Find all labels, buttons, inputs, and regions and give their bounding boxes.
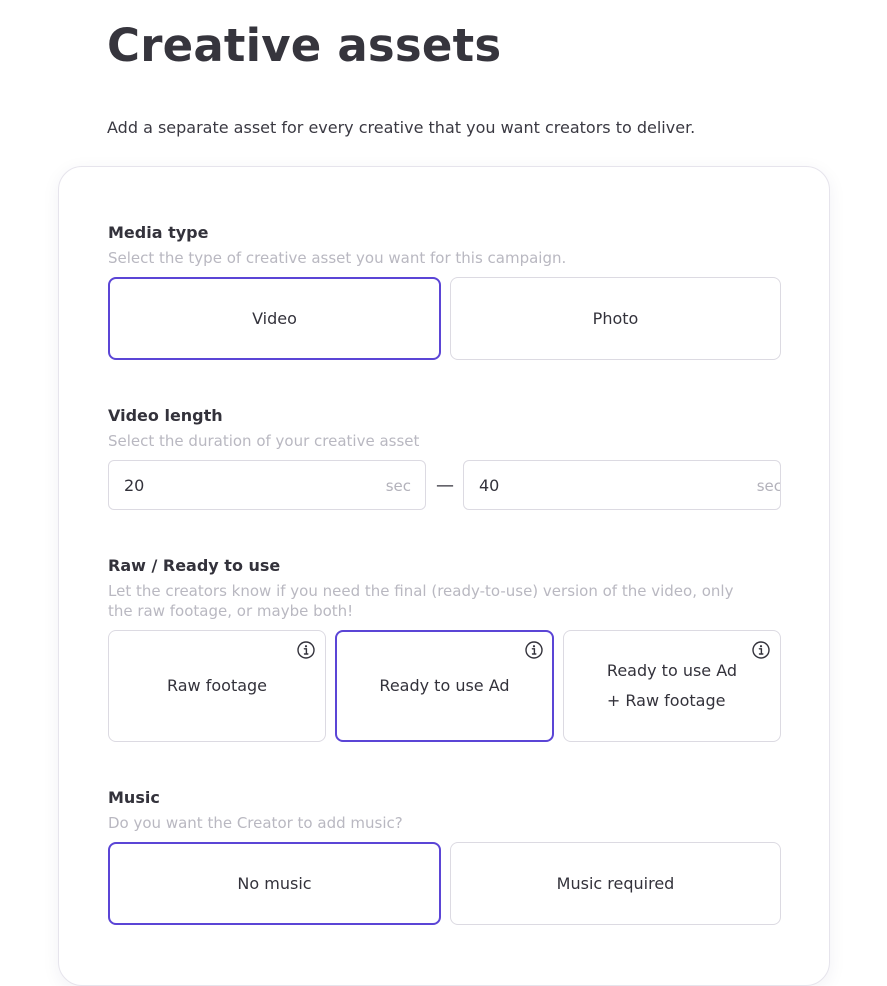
raw-footage-option[interactable]: Raw footage [108,630,326,742]
raw-ready-description-line1: Let the creators know if you need the fi… [108,582,734,600]
range-separator: — [436,475,454,496]
ready-to-use-ad-option[interactable]: Ready to use Ad [335,630,554,742]
video-length-min-input[interactable] [124,461,324,509]
ready-to-use-and-raw-label-line2: + Raw footage [606,691,726,710]
info-icon[interactable] [297,641,315,659]
raw-footage-label: Raw footage [166,676,268,695]
ready-to-use-and-raw-label-line1: Ready to use Ad [606,661,738,680]
no-music-option[interactable]: No music [108,842,441,925]
ready-to-use-and-raw-label: Ready to use Ad + Raw footage [607,656,737,716]
media-type-video-option[interactable]: Video [108,277,441,360]
ready-to-use-ad-label: Ready to use Ad [379,676,510,695]
raw-ready-description-line2: the raw footage, or maybe both! [108,602,354,620]
page-title: Creative assets [107,19,502,72]
no-music-label: No music [237,873,312,893]
music-description: Do you want the Creator to add music? [108,814,403,832]
video-length-max-input[interactable] [479,461,679,509]
video-length-description: Select the duration of your creative ass… [108,432,420,450]
video-length-min-field[interactable]: sec [108,460,426,510]
page-subtitle: Add a separate asset for every creative … [107,118,696,137]
video-length-max-unit: sec [756,477,781,495]
music-required-label: Music required [556,873,675,893]
video-length-max-field[interactable]: sec [463,460,781,510]
music-required-option[interactable]: Music required [450,842,781,925]
raw-ready-title: Raw / Ready to use [108,556,281,575]
media-type-photo-label: Photo [592,308,639,328]
music-title: Music [108,788,160,807]
ready-to-use-and-raw-option[interactable]: Ready to use Ad + Raw footage [563,630,781,742]
info-icon[interactable] [752,641,770,659]
media-type-photo-option[interactable]: Photo [450,277,781,360]
media-type-video-label: Video [252,308,297,328]
info-icon[interactable] [525,641,543,659]
video-length-title: Video length [108,406,223,425]
video-length-min-unit: sec [385,477,411,495]
media-type-title: Media type [108,223,209,242]
media-type-description: Select the type of creative asset you wa… [108,249,567,267]
